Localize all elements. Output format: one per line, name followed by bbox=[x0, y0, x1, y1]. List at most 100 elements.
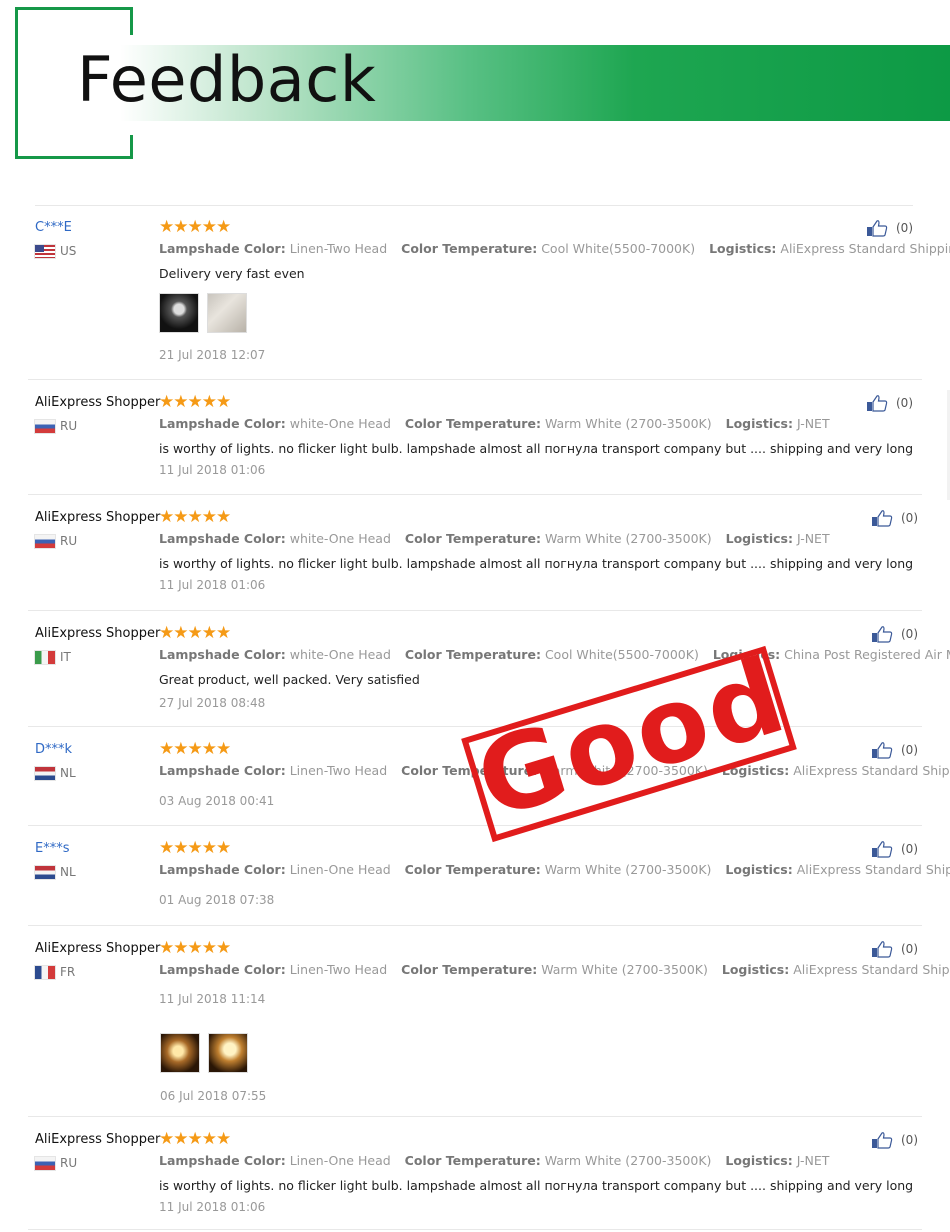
review-date: 03 Aug 2018 00:41 bbox=[159, 794, 275, 808]
logistics-value: J-NET bbox=[796, 1153, 830, 1168]
helpful-button[interactable]: (0) bbox=[871, 741, 918, 759]
temperature-label: Color Temperature: bbox=[404, 862, 541, 877]
page-title: Feedback bbox=[77, 43, 377, 116]
helpful-button[interactable]: (0) bbox=[866, 219, 913, 237]
order-attributes: Lampshade Color: Linen-Two Head Color Te… bbox=[159, 962, 950, 977]
lampshade-value: Linen-Two Head bbox=[289, 241, 388, 256]
star-rating: ★★★★★ bbox=[159, 217, 231, 237]
thumbs-up-icon bbox=[867, 395, 888, 412]
helpful-count: (0) bbox=[901, 1133, 918, 1147]
nl-flag-icon bbox=[35, 865, 55, 879]
helpful-button[interactable]: (0) bbox=[871, 509, 918, 527]
temperature-label: Color Temperature: bbox=[404, 416, 541, 431]
country-code: RU bbox=[60, 1156, 78, 1170]
thumbs-up-icon bbox=[867, 220, 888, 237]
lampshade-value: white-One Head bbox=[289, 647, 391, 662]
lampshade-value: white-One Head bbox=[289, 416, 391, 431]
helpful-count: (0) bbox=[901, 511, 918, 525]
review-date: 21 Jul 2018 12:07 bbox=[159, 348, 266, 362]
logistics-label: Logistics: bbox=[721, 962, 790, 977]
helpful-count: (0) bbox=[901, 942, 918, 956]
reviewer-name[interactable]: C***E bbox=[35, 220, 72, 235]
order-attributes: Lampshade Color: Linen-Two Head Color Te… bbox=[159, 241, 950, 256]
reviewer-country: RU bbox=[35, 1156, 77, 1170]
temperature-label: Color Temperature: bbox=[401, 962, 538, 977]
logistics-label: Logistics: bbox=[725, 531, 793, 546]
country-code: NL bbox=[60, 766, 76, 780]
order-attributes: Lampshade Color: Linen-One Head Color Te… bbox=[159, 1153, 829, 1168]
country-code: IT bbox=[60, 650, 71, 664]
reviewer-country: NL bbox=[35, 766, 76, 780]
helpful-button[interactable]: (0) bbox=[866, 394, 913, 412]
reviewer-name[interactable]: AliExpress Shopper bbox=[35, 1132, 160, 1147]
thumbs-up-icon bbox=[872, 510, 893, 527]
review-text: Great product, well packed. Very satisfi… bbox=[159, 672, 420, 687]
helpful-count: (0) bbox=[896, 396, 913, 410]
temperature-value: Warm White (2700-3500K) bbox=[544, 1153, 712, 1168]
review-item: AliExpress Shopper FR ★★★★★ Lampshade Co… bbox=[0, 938, 950, 1117]
star-rating: ★★★★★ bbox=[159, 838, 231, 858]
review-photo[interactable] bbox=[207, 293, 247, 333]
reviewer-country: RU bbox=[35, 419, 77, 433]
review-text: is worthy of lights. no flicker light bu… bbox=[159, 441, 914, 456]
divider bbox=[28, 494, 922, 495]
divider bbox=[28, 825, 922, 826]
star-rating: ★★★★★ bbox=[159, 392, 231, 412]
logistics-label: Logistics: bbox=[709, 241, 777, 256]
lampshade-label: Lampshade Color: bbox=[159, 962, 286, 977]
star-rating: ★★★★★ bbox=[159, 507, 231, 527]
temperature-label: Color Temperature: bbox=[404, 647, 541, 662]
thumbs-up-icon bbox=[872, 742, 893, 759]
reviewer-name[interactable]: E***s bbox=[35, 841, 70, 856]
additional-review-date: 06 Jul 2018 07:55 bbox=[160, 1089, 267, 1103]
temperature-value: Warm White (2700-3500K) bbox=[541, 962, 708, 977]
reviewer-name[interactable]: D***k bbox=[35, 742, 72, 757]
divider bbox=[28, 1229, 922, 1230]
review-photo[interactable] bbox=[159, 293, 199, 333]
review-date: 27 Jul 2018 08:48 bbox=[159, 696, 266, 710]
review-item: AliExpress Shopper RU ★★★★★ Lampshade Co… bbox=[0, 392, 950, 495]
star-rating: ★★★★★ bbox=[159, 938, 231, 958]
order-attributes: Lampshade Color: white-One Head Color Te… bbox=[159, 531, 830, 546]
lampshade-label: Lampshade Color: bbox=[159, 241, 286, 256]
helpful-button[interactable]: (0) bbox=[871, 940, 918, 958]
divider bbox=[28, 925, 922, 926]
divider bbox=[35, 205, 913, 206]
reviewer-name[interactable]: AliExpress Shopper bbox=[35, 510, 160, 525]
lampshade-label: Lampshade Color: bbox=[159, 416, 286, 431]
logistics-value: J-NET bbox=[796, 416, 830, 431]
review-text: is worthy of lights. no flicker light bu… bbox=[159, 1178, 914, 1193]
helpful-button[interactable]: (0) bbox=[871, 1131, 918, 1149]
reviewer-country: RU bbox=[35, 534, 77, 548]
country-code: RU bbox=[60, 534, 78, 548]
order-attributes: Lampshade Color: white-One Head Color Te… bbox=[159, 416, 830, 431]
order-attributes: Lampshade Color: Linen-One Head Color Te… bbox=[159, 862, 950, 877]
nl-flag-icon bbox=[35, 766, 55, 780]
review-photos bbox=[160, 1033, 248, 1073]
review-photos bbox=[159, 293, 247, 333]
logistics-value: AliExpress Standard Shipping bbox=[793, 962, 950, 977]
review-photo[interactable] bbox=[208, 1033, 248, 1073]
lampshade-label: Lampshade Color: bbox=[159, 763, 286, 778]
temperature-label: Color Temperature: bbox=[404, 1153, 541, 1168]
reviewer-name[interactable]: AliExpress Shopper bbox=[35, 941, 160, 956]
lampshade-value: Linen-Two Head bbox=[289, 763, 388, 778]
review-item: C***E US ★★★★★ Lampshade Color: Linen-Tw… bbox=[0, 217, 950, 380]
review-item: AliExpress Shopper IT ★★★★★ Lampshade Co… bbox=[0, 623, 950, 727]
logistics-label: Logistics: bbox=[725, 416, 793, 431]
temperature-label: Color Temperature: bbox=[401, 241, 538, 256]
ru-flag-icon bbox=[35, 1156, 55, 1170]
review-photo[interactable] bbox=[160, 1033, 200, 1073]
review-text: Delivery very fast even bbox=[159, 266, 305, 281]
thumbs-up-icon bbox=[872, 841, 893, 858]
divider bbox=[28, 379, 922, 380]
reviewer-name[interactable]: AliExpress Shopper bbox=[35, 626, 160, 641]
lampshade-value: Linen-One Head bbox=[289, 1153, 391, 1168]
temperature-value: Warm White (2700-3500K) bbox=[544, 862, 712, 877]
reviewer-country: NL bbox=[35, 865, 76, 879]
reviewer-name[interactable]: AliExpress Shopper bbox=[35, 395, 160, 410]
helpful-button[interactable]: (0) bbox=[871, 840, 918, 858]
review-item: AliExpress Shopper RU ★★★★★ Lampshade Co… bbox=[0, 507, 950, 611]
helpful-button[interactable]: (0) bbox=[871, 625, 918, 643]
us-flag-icon bbox=[35, 244, 55, 258]
